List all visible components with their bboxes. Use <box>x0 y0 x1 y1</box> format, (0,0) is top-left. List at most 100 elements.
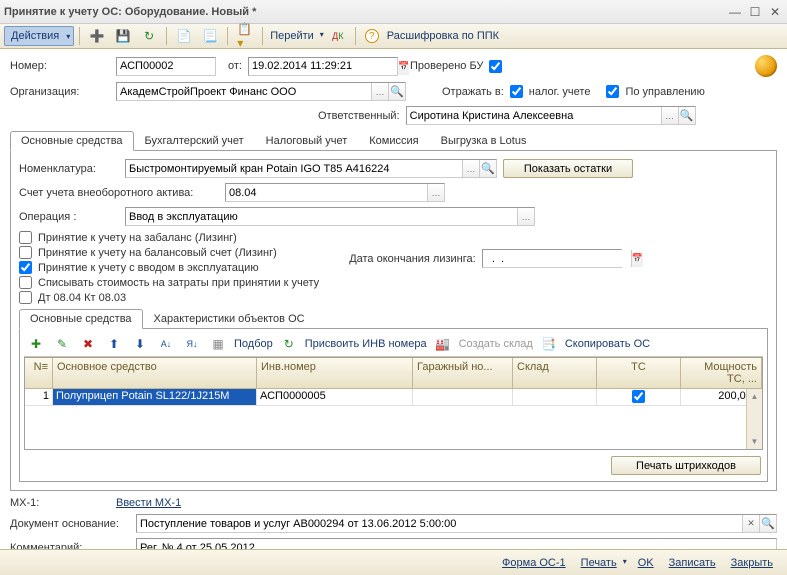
basis-label: Документ основание: <box>10 518 130 530</box>
mx1-link[interactable]: Ввести МХ-1 <box>116 497 181 509</box>
reflect-label: Отражать в: <box>442 86 504 98</box>
save-icon[interactable]: 💾 <box>111 26 135 46</box>
org-input[interactable]: … 🔍 <box>116 82 406 101</box>
copy-os-button[interactable]: Скопировать ОС <box>563 338 652 350</box>
col-sklad[interactable]: Склад <box>513 358 597 388</box>
leasing-end-calendar-icon[interactable]: 📅 <box>631 250 643 267</box>
tab-assets[interactable]: Основные средства <box>10 131 134 151</box>
leasing-end-input[interactable]: 📅 <box>482 249 622 268</box>
nomen-input[interactable]: … 🔍 <box>125 159 497 178</box>
tab-lotus[interactable]: Выгрузка в Lotus <box>430 131 538 151</box>
row-up-icon[interactable]: ⬆ <box>102 334 126 354</box>
basis-input[interactable]: ✕ 🔍 <box>136 514 777 533</box>
col-tc[interactable]: ТС <box>597 358 681 388</box>
basis-search-icon[interactable]: 🔍 <box>759 515 776 532</box>
responsible-label: Ответственный: <box>318 110 400 122</box>
subtab-characteristics[interactable]: Характеристики объектов ОС <box>143 309 316 329</box>
subtab-assets[interactable]: Основные средства <box>19 309 143 329</box>
fill-icon[interactable]: ▦ <box>206 334 230 354</box>
copy-os-icon[interactable]: 📑 <box>537 334 561 354</box>
post-icon[interactable]: 📄 <box>172 26 196 46</box>
form-os1-button[interactable]: Форма ОС-1 <box>496 557 572 569</box>
decode-ppk-button[interactable]: Расшифровка по ППК <box>385 30 501 42</box>
help-icon[interactable]: ? <box>361 26 383 46</box>
chk-offbalance[interactable] <box>19 231 32 244</box>
chk-writeoff-label: Списывать стоимость на затраты при приня… <box>38 277 319 289</box>
sort-asc-icon[interactable]: A↓ <box>154 334 178 354</box>
account-label: Счет учета внеоборотного актива: <box>19 187 219 199</box>
reflect-tax-checkbox[interactable] <box>510 85 523 98</box>
close-button[interactable]: ✕ <box>767 5 783 19</box>
row-tc-checkbox[interactable] <box>632 390 645 403</box>
chk-commission[interactable] <box>19 261 32 274</box>
chk-dtkt-label: Дт 08.04 Кт 08.03 <box>38 292 126 304</box>
account-input[interactable]: … <box>225 183 445 202</box>
nomen-label: Номенклатура: <box>19 163 119 175</box>
add-icon[interactable]: ➕ <box>85 26 109 46</box>
col-inv[interactable]: Инв.номер <box>257 358 413 388</box>
col-asset[interactable]: Основное средство <box>53 358 257 388</box>
nomen-search-icon[interactable]: 🔍 <box>479 160 496 177</box>
mx1-label: МХ-1: <box>10 497 110 509</box>
responsible-search-icon[interactable]: 🔍 <box>678 107 695 124</box>
date-input[interactable]: 📅 <box>248 57 398 76</box>
chk-writeoff[interactable] <box>19 276 32 289</box>
ok-button[interactable]: OK <box>632 557 660 569</box>
assign-inv-icon[interactable]: ↻ <box>277 334 301 354</box>
grid-scrollbar[interactable]: ▲ ▼ <box>746 389 762 449</box>
print-barcodes-button[interactable]: Печать штрихкодов <box>611 456 761 475</box>
close-footer-button[interactable]: Закрыть <box>725 557 779 569</box>
basedon-icon[interactable]: 📋▾ <box>233 26 257 46</box>
create-wh-icon[interactable]: 🏭 <box>431 334 455 354</box>
responsible-input[interactable]: … 🔍 <box>406 106 696 125</box>
goto-button[interactable]: Перейти <box>268 30 324 42</box>
operation-lookup-icon[interactable]: … <box>517 208 534 225</box>
chk-offbalance-label: Принятие к учету на забаланс (Лизинг) <box>38 232 237 244</box>
calendar-icon[interactable]: 📅 <box>397 58 409 75</box>
nomen-lookup-icon[interactable]: … <box>462 160 479 177</box>
checked-bu-checkbox[interactable] <box>489 60 502 73</box>
col-gar[interactable]: Гаражный но... <box>413 358 513 388</box>
row-down-icon[interactable]: ⬇ <box>128 334 152 354</box>
minimize-button[interactable]: — <box>727 5 743 19</box>
account-lookup-icon[interactable]: … <box>427 184 444 201</box>
reflect-mgmt-label: По управлению <box>625 86 704 98</box>
from-label: от: <box>228 60 242 72</box>
number-input[interactable] <box>116 57 216 76</box>
dt-kt-icon[interactable]: ДК <box>326 26 350 46</box>
leasing-end-label: Дата окончания лизинга: <box>349 253 476 265</box>
window-title: Принятие к учету ОС: Оборудование. Новый… <box>4 6 727 18</box>
basis-clear-icon[interactable]: ✕ <box>742 515 759 532</box>
checked-bu-label: Проверено БУ <box>410 60 483 72</box>
table-row[interactable]: 1 Полуприцеп Potain SL122/1J215M АСП0000… <box>25 389 762 406</box>
reflect-mgmt-checkbox[interactable] <box>606 85 619 98</box>
tab-tax[interactable]: Налоговый учет <box>255 131 359 151</box>
operation-input[interactable]: … <box>125 207 535 226</box>
tab-commission[interactable]: Комиссия <box>358 131 429 151</box>
org-label: Организация: <box>10 86 110 98</box>
number-label: Номер: <box>10 60 110 72</box>
save-button[interactable]: Записать <box>663 557 722 569</box>
refresh-icon[interactable]: ↻ <box>137 26 161 46</box>
row-delete-icon[interactable]: ✖ <box>76 334 100 354</box>
tab-accounting[interactable]: Бухгалтерский учет <box>134 131 255 151</box>
chk-dtkt[interactable] <box>19 291 32 304</box>
col-pow[interactable]: Мощность ТС, ... <box>681 358 762 388</box>
chk-balance[interactable] <box>19 246 32 259</box>
org-search-icon[interactable]: 🔍 <box>388 83 405 100</box>
assets-grid[interactable]: N≡ Основное средство Инв.номер Гаражный … <box>24 357 763 450</box>
status-ball-icon[interactable] <box>755 55 777 77</box>
responsible-lookup-icon[interactable]: … <box>661 107 678 124</box>
assign-inv-button[interactable]: Присвоить ИНВ номера <box>303 338 429 350</box>
sort-desc-icon[interactable]: Я↓ <box>180 334 204 354</box>
row-edit-icon[interactable]: ✎ <box>50 334 74 354</box>
print-button[interactable]: Печать <box>575 557 629 569</box>
col-n[interactable]: N≡ <box>25 358 53 388</box>
select-button[interactable]: Подбор <box>232 338 275 350</box>
unpost-icon[interactable]: 📃 <box>198 26 222 46</box>
row-add-icon[interactable]: ✚ <box>24 334 48 354</box>
actions-button[interactable]: Действия <box>4 26 74 46</box>
maximize-button[interactable]: ☐ <box>747 5 763 19</box>
org-lookup-icon[interactable]: … <box>371 83 388 100</box>
show-balance-button[interactable]: Показать остатки <box>503 159 633 178</box>
